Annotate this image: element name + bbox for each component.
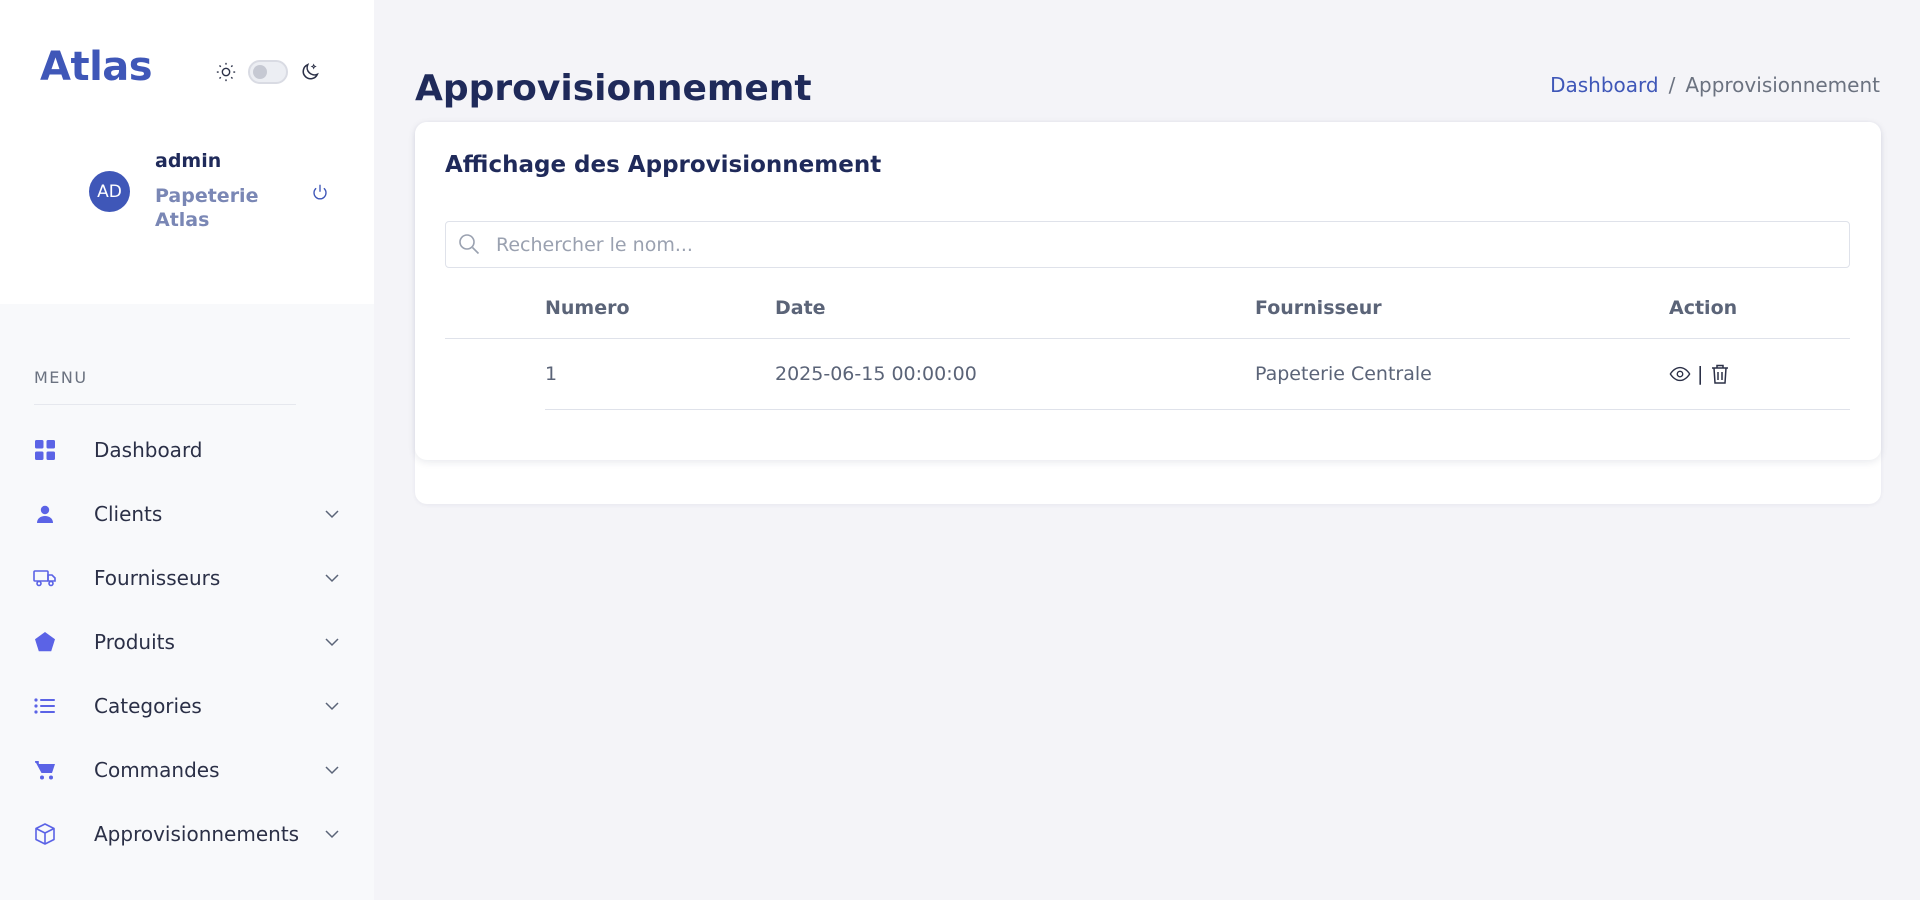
sidebar-item-label: Produits xyxy=(94,630,175,654)
sidebar-item-commandes[interactable]: Commandes xyxy=(0,738,374,802)
sidebar-item-categories[interactable]: Categories xyxy=(0,674,374,738)
menu-divider xyxy=(34,404,296,405)
cell-date: 2025-06-15 00:00:00 xyxy=(775,338,1255,410)
column-header-action: Action xyxy=(1669,278,1850,339)
brand-logo[interactable]: Atlas xyxy=(40,44,153,90)
chevron-down-icon[interactable] xyxy=(322,696,342,716)
breadcrumb: Dashboard / Approvisionnement xyxy=(1550,73,1880,97)
sidebar-item-label: Commandes xyxy=(94,758,220,782)
theme-toggle xyxy=(214,60,322,84)
pentagon-icon xyxy=(32,629,58,655)
table-row: 1 2025-06-15 00:00:00 Papeterie Centrale… xyxy=(445,338,1850,410)
card-title: Affichage des Approvisionnement xyxy=(445,152,882,178)
column-header-numero[interactable]: Numero xyxy=(545,278,775,339)
sidebar-item-approvisionnements[interactable]: Approvisionnements xyxy=(0,802,374,866)
list-icon xyxy=(32,693,58,719)
sidebar-item-label: Dashboard xyxy=(94,438,203,462)
row-actions: | xyxy=(1669,363,1850,385)
chevron-down-icon[interactable] xyxy=(322,824,342,844)
table-header-row: Numero Date Fournisseur Action xyxy=(445,278,1850,339)
approvisionnement-card: Affichage des Approvisionnement Numero D… xyxy=(415,122,1881,460)
sidebar-nav: Dashboard Clients Fournisseurs Produits … xyxy=(0,418,374,866)
search-box xyxy=(445,221,1850,268)
chevron-down-icon[interactable] xyxy=(322,760,342,780)
search-input[interactable] xyxy=(496,222,1836,267)
truck-icon xyxy=(32,565,58,591)
sidebar-item-clients[interactable]: Clients xyxy=(0,482,374,546)
table-header-spacer xyxy=(445,278,545,339)
breadcrumb-dashboard-link[interactable]: Dashboard xyxy=(1550,73,1659,97)
cart-icon xyxy=(32,757,58,783)
chevron-down-icon[interactable] xyxy=(322,568,342,588)
avatar[interactable]: AD xyxy=(89,171,130,212)
sidebar: Atlas AD admin Papeterie Atlas MENU Dash… xyxy=(0,0,374,900)
sidebar-item-label: Fournisseurs xyxy=(94,566,221,590)
menu-section-label: MENU xyxy=(34,368,88,387)
table-cell-spacer xyxy=(445,338,545,409)
sidebar-header: Atlas AD admin Papeterie Atlas xyxy=(0,0,374,304)
sun-icon[interactable] xyxy=(214,60,238,84)
theme-switch[interactable] xyxy=(248,60,288,84)
action-separator: | xyxy=(1697,362,1704,385)
sidebar-item-dashboard[interactable]: Dashboard xyxy=(0,418,374,482)
sidebar-item-label: Approvisionnements xyxy=(94,822,300,846)
grid-icon xyxy=(32,437,58,463)
page-title: Approvisionnement xyxy=(415,68,812,109)
cell-actions: | xyxy=(1669,338,1850,410)
chevron-down-icon[interactable] xyxy=(322,504,342,524)
sidebar-item-label: Clients xyxy=(94,502,163,526)
sidebar-item-fournisseurs[interactable]: Fournisseurs xyxy=(0,546,374,610)
breadcrumb-current: Approvisionnement xyxy=(1685,73,1880,97)
switch-knob xyxy=(253,65,267,79)
box-icon xyxy=(32,821,58,847)
column-header-fournisseur[interactable]: Fournisseur xyxy=(1255,278,1669,339)
user-name: admin xyxy=(155,150,222,172)
cell-fournisseur: Papeterie Centrale xyxy=(1255,338,1669,410)
trash-icon[interactable] xyxy=(1709,363,1731,385)
eye-icon[interactable] xyxy=(1669,363,1691,385)
user-organization: Papeterie Atlas xyxy=(155,185,259,231)
approvisionnement-table: Numero Date Fournisseur Action 1 2025-06… xyxy=(445,278,1850,410)
search-icon xyxy=(457,232,481,256)
logout-power-icon[interactable] xyxy=(308,180,332,204)
sidebar-item-label: Categories xyxy=(94,694,202,718)
sidebar-item-produits[interactable]: Produits xyxy=(0,610,374,674)
user-icon xyxy=(32,501,58,527)
moon-icon[interactable] xyxy=(298,60,322,84)
column-header-date[interactable]: Date xyxy=(775,278,1255,339)
chevron-down-icon[interactable] xyxy=(322,632,342,652)
breadcrumb-separator: / xyxy=(1668,73,1676,97)
cell-numero: 1 xyxy=(545,338,775,410)
